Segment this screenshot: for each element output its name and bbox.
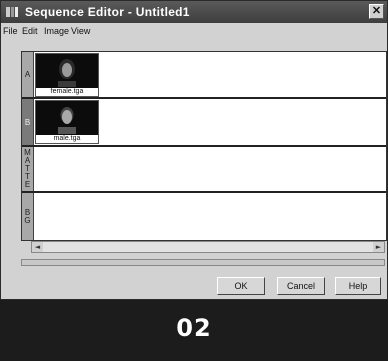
menu-bar: File Edit Image View: [1, 23, 387, 39]
horizontal-scrollbar[interactable]: ◄ ►: [31, 241, 385, 253]
track-label-b: B: [22, 99, 34, 145]
title-bar[interactable]: Sequence Editor - Untitled1 ✕: [1, 1, 387, 23]
male-portrait-icon: [54, 104, 80, 134]
track-b[interactable]: B male.tga: [22, 99, 386, 147]
track-matte[interactable]: MATTE: [22, 147, 386, 193]
caption-band: 02: [0, 300, 388, 361]
menu-view[interactable]: View: [71, 26, 90, 36]
track-label-a: A: [22, 52, 34, 97]
progress-bar: [21, 259, 385, 266]
clip-name-male: male.tga: [36, 135, 98, 143]
app-icon: [6, 7, 18, 17]
scroll-right-icon[interactable]: ►: [373, 242, 384, 252]
female-portrait-icon: [54, 57, 80, 87]
track-label-bg-text: BG: [24, 207, 31, 225]
track-label-bg: BG: [22, 193, 34, 240]
clip-male[interactable]: male.tga: [35, 100, 99, 144]
clip-female[interactable]: female.tga: [35, 53, 99, 97]
track-bg[interactable]: BG: [22, 193, 386, 240]
menu-file[interactable]: File: [3, 26, 18, 36]
close-button[interactable]: ✕: [369, 4, 384, 19]
sequence-track-area[interactable]: A female.tga B male.tga M A T T E B G: [21, 51, 387, 241]
track-label-matte: MATTE: [22, 147, 34, 191]
track-a[interactable]: A female.tga: [22, 52, 386, 99]
menu-image[interactable]: Image: [44, 26, 69, 36]
help-button[interactable]: Help: [335, 277, 381, 295]
scroll-left-icon[interactable]: ◄: [32, 242, 43, 252]
track-label-matte-text: MATTE: [24, 148, 31, 189]
window-title: Sequence Editor - Untitled1: [25, 5, 190, 19]
ok-button[interactable]: OK: [217, 277, 265, 295]
cancel-button[interactable]: Cancel: [277, 277, 325, 295]
figure-caption: 02: [176, 314, 212, 342]
sequence-editor-window: Sequence Editor - Untitled1 ✕ File Edit …: [0, 0, 388, 300]
close-icon: ✕: [371, 5, 382, 17]
clip-name-female: female.tga: [36, 88, 98, 96]
menu-edit[interactable]: Edit: [22, 26, 38, 36]
